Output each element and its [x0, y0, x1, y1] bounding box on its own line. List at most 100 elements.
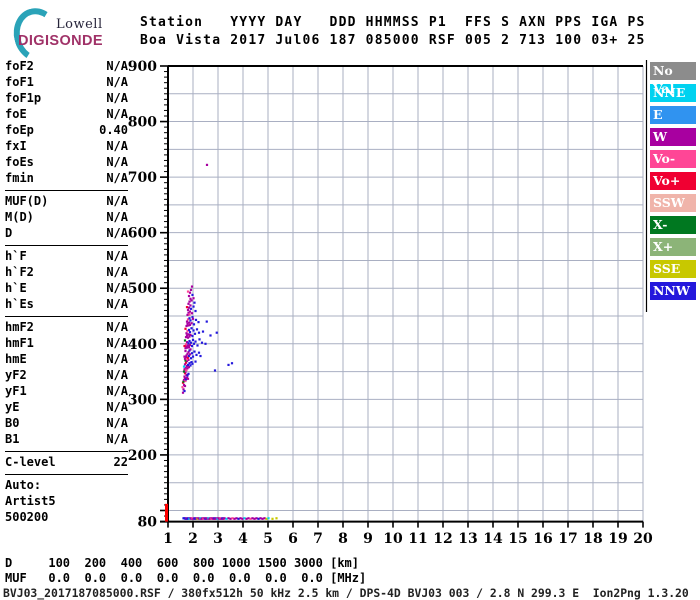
echo-point: [200, 341, 204, 344]
y-axis-label-600: 600: [128, 226, 157, 242]
echo-point: [251, 517, 254, 520]
echo-point: [181, 386, 184, 389]
echo-point: [275, 517, 278, 520]
echo-point: [183, 355, 186, 358]
echo-point: [184, 349, 187, 353]
echo-point: [185, 324, 188, 328]
echo-point: [233, 517, 236, 520]
echo-point: [213, 369, 217, 372]
echo-point: [188, 362, 191, 365]
echo-point: [209, 334, 212, 337]
legend-item-nnw: NNW: [650, 282, 696, 300]
echo-point: [195, 353, 198, 357]
echo-point: [192, 323, 196, 326]
echo-point: [182, 365, 186, 368]
x-axis-label-20: 20: [633, 531, 653, 547]
echo-point: [183, 339, 187, 342]
echo-point: [191, 355, 195, 358]
echo-point: [261, 517, 264, 520]
x-axis-label-14: 14: [483, 531, 503, 547]
x-axis-label-11: 11: [408, 531, 427, 547]
echo-point: [190, 322, 193, 325]
echo-point: [192, 329, 195, 332]
echo-point: [265, 517, 268, 520]
x-axis-label-15: 15: [508, 531, 527, 547]
x-axis-label-5: 5: [263, 531, 273, 547]
echo-point: [189, 288, 193, 292]
echo-point: [193, 301, 196, 304]
echo-point: [195, 328, 199, 331]
x-axis-label-2: 2: [188, 531, 198, 547]
echo-point: [199, 354, 202, 358]
echo-point: [188, 300, 191, 303]
echo-point: [190, 352, 194, 355]
echo-point: [190, 285, 194, 288]
echo-point: [190, 312, 194, 315]
echo-point: [223, 517, 226, 520]
status-line: BVJ03_2017187085000.RSF / 380fx512h 50 k…: [3, 586, 689, 600]
echo-point: [188, 343, 192, 347]
echo-point: [183, 344, 186, 348]
legend-item-sse: SSE: [650, 260, 696, 278]
echo-point: [192, 305, 195, 308]
x-axis-label-6: 6: [288, 531, 298, 547]
legend-item-x+: X+: [650, 238, 696, 256]
x-axis-label-12: 12: [433, 531, 452, 547]
echo-point: [189, 319, 192, 322]
echo-point: [185, 320, 189, 323]
echo-point: [263, 517, 266, 520]
echo-point: [189, 348, 192, 351]
echo-point: [189, 341, 193, 344]
echo-point: [255, 517, 258, 520]
echo-point: [247, 517, 250, 520]
echo-point: [189, 364, 192, 367]
y-axis-label-80: 80: [138, 515, 158, 531]
y-axis-label-300: 300: [128, 392, 157, 408]
echo-point: [187, 306, 191, 309]
echo-point: [201, 330, 205, 333]
ionogram-screen: Lowell DIGISONDE Station YYYY DAY DDD HH…: [0, 0, 700, 600]
echo-point: [197, 331, 201, 334]
x-axis-label-10: 10: [383, 531, 403, 547]
echo-point: [243, 517, 246, 520]
echo-point: [187, 333, 190, 336]
echo-point: [241, 517, 244, 520]
echo-point: [190, 327, 193, 330]
x-axis-label-8: 8: [338, 531, 348, 547]
fmin-marker: [165, 503, 168, 522]
echo-point: [198, 338, 201, 341]
echo-point: [205, 320, 208, 323]
echo-point: [189, 333, 192, 337]
echo-point: [187, 346, 191, 349]
echo-point: [192, 342, 196, 345]
y-axis-label-900: 900: [128, 59, 157, 75]
echo-point: [191, 293, 194, 297]
echo-point: [187, 328, 191, 332]
echo-point: [186, 377, 190, 380]
echo-point: [227, 517, 230, 520]
echo-point: [249, 517, 252, 520]
echo-point: [259, 517, 262, 520]
echo-point: [189, 304, 192, 307]
echo-point: [227, 363, 230, 367]
y-axis-label-800: 800: [128, 115, 157, 131]
echo-point: [187, 294, 191, 298]
echo-point: [189, 307, 193, 310]
x-axis-label-9: 9: [363, 531, 373, 547]
d-distance-row: D 100 200 400 600 800 1000 1500 3000 [km…: [5, 556, 360, 570]
echo-point: [190, 299, 193, 302]
echo-point: [215, 331, 218, 334]
legend-item-x-: X-: [650, 216, 696, 234]
echo-point: [194, 318, 198, 322]
y-axis-label-700: 700: [128, 170, 157, 186]
x-axis-label-4: 4: [238, 531, 248, 547]
legend-item-vo+: Vo+: [650, 172, 696, 190]
muf-row: MUF 0.0 0.0 0.0 0.0 0.0 0.0 0.0 0.0 [MHz…: [5, 571, 367, 585]
echo-point: [237, 517, 240, 520]
echo-point: [187, 302, 190, 305]
echo-point: [193, 350, 196, 353]
echo-point: [196, 344, 199, 347]
echo-point: [229, 517, 232, 520]
echo-point: [245, 517, 248, 520]
legend-item-e: E: [650, 106, 696, 124]
